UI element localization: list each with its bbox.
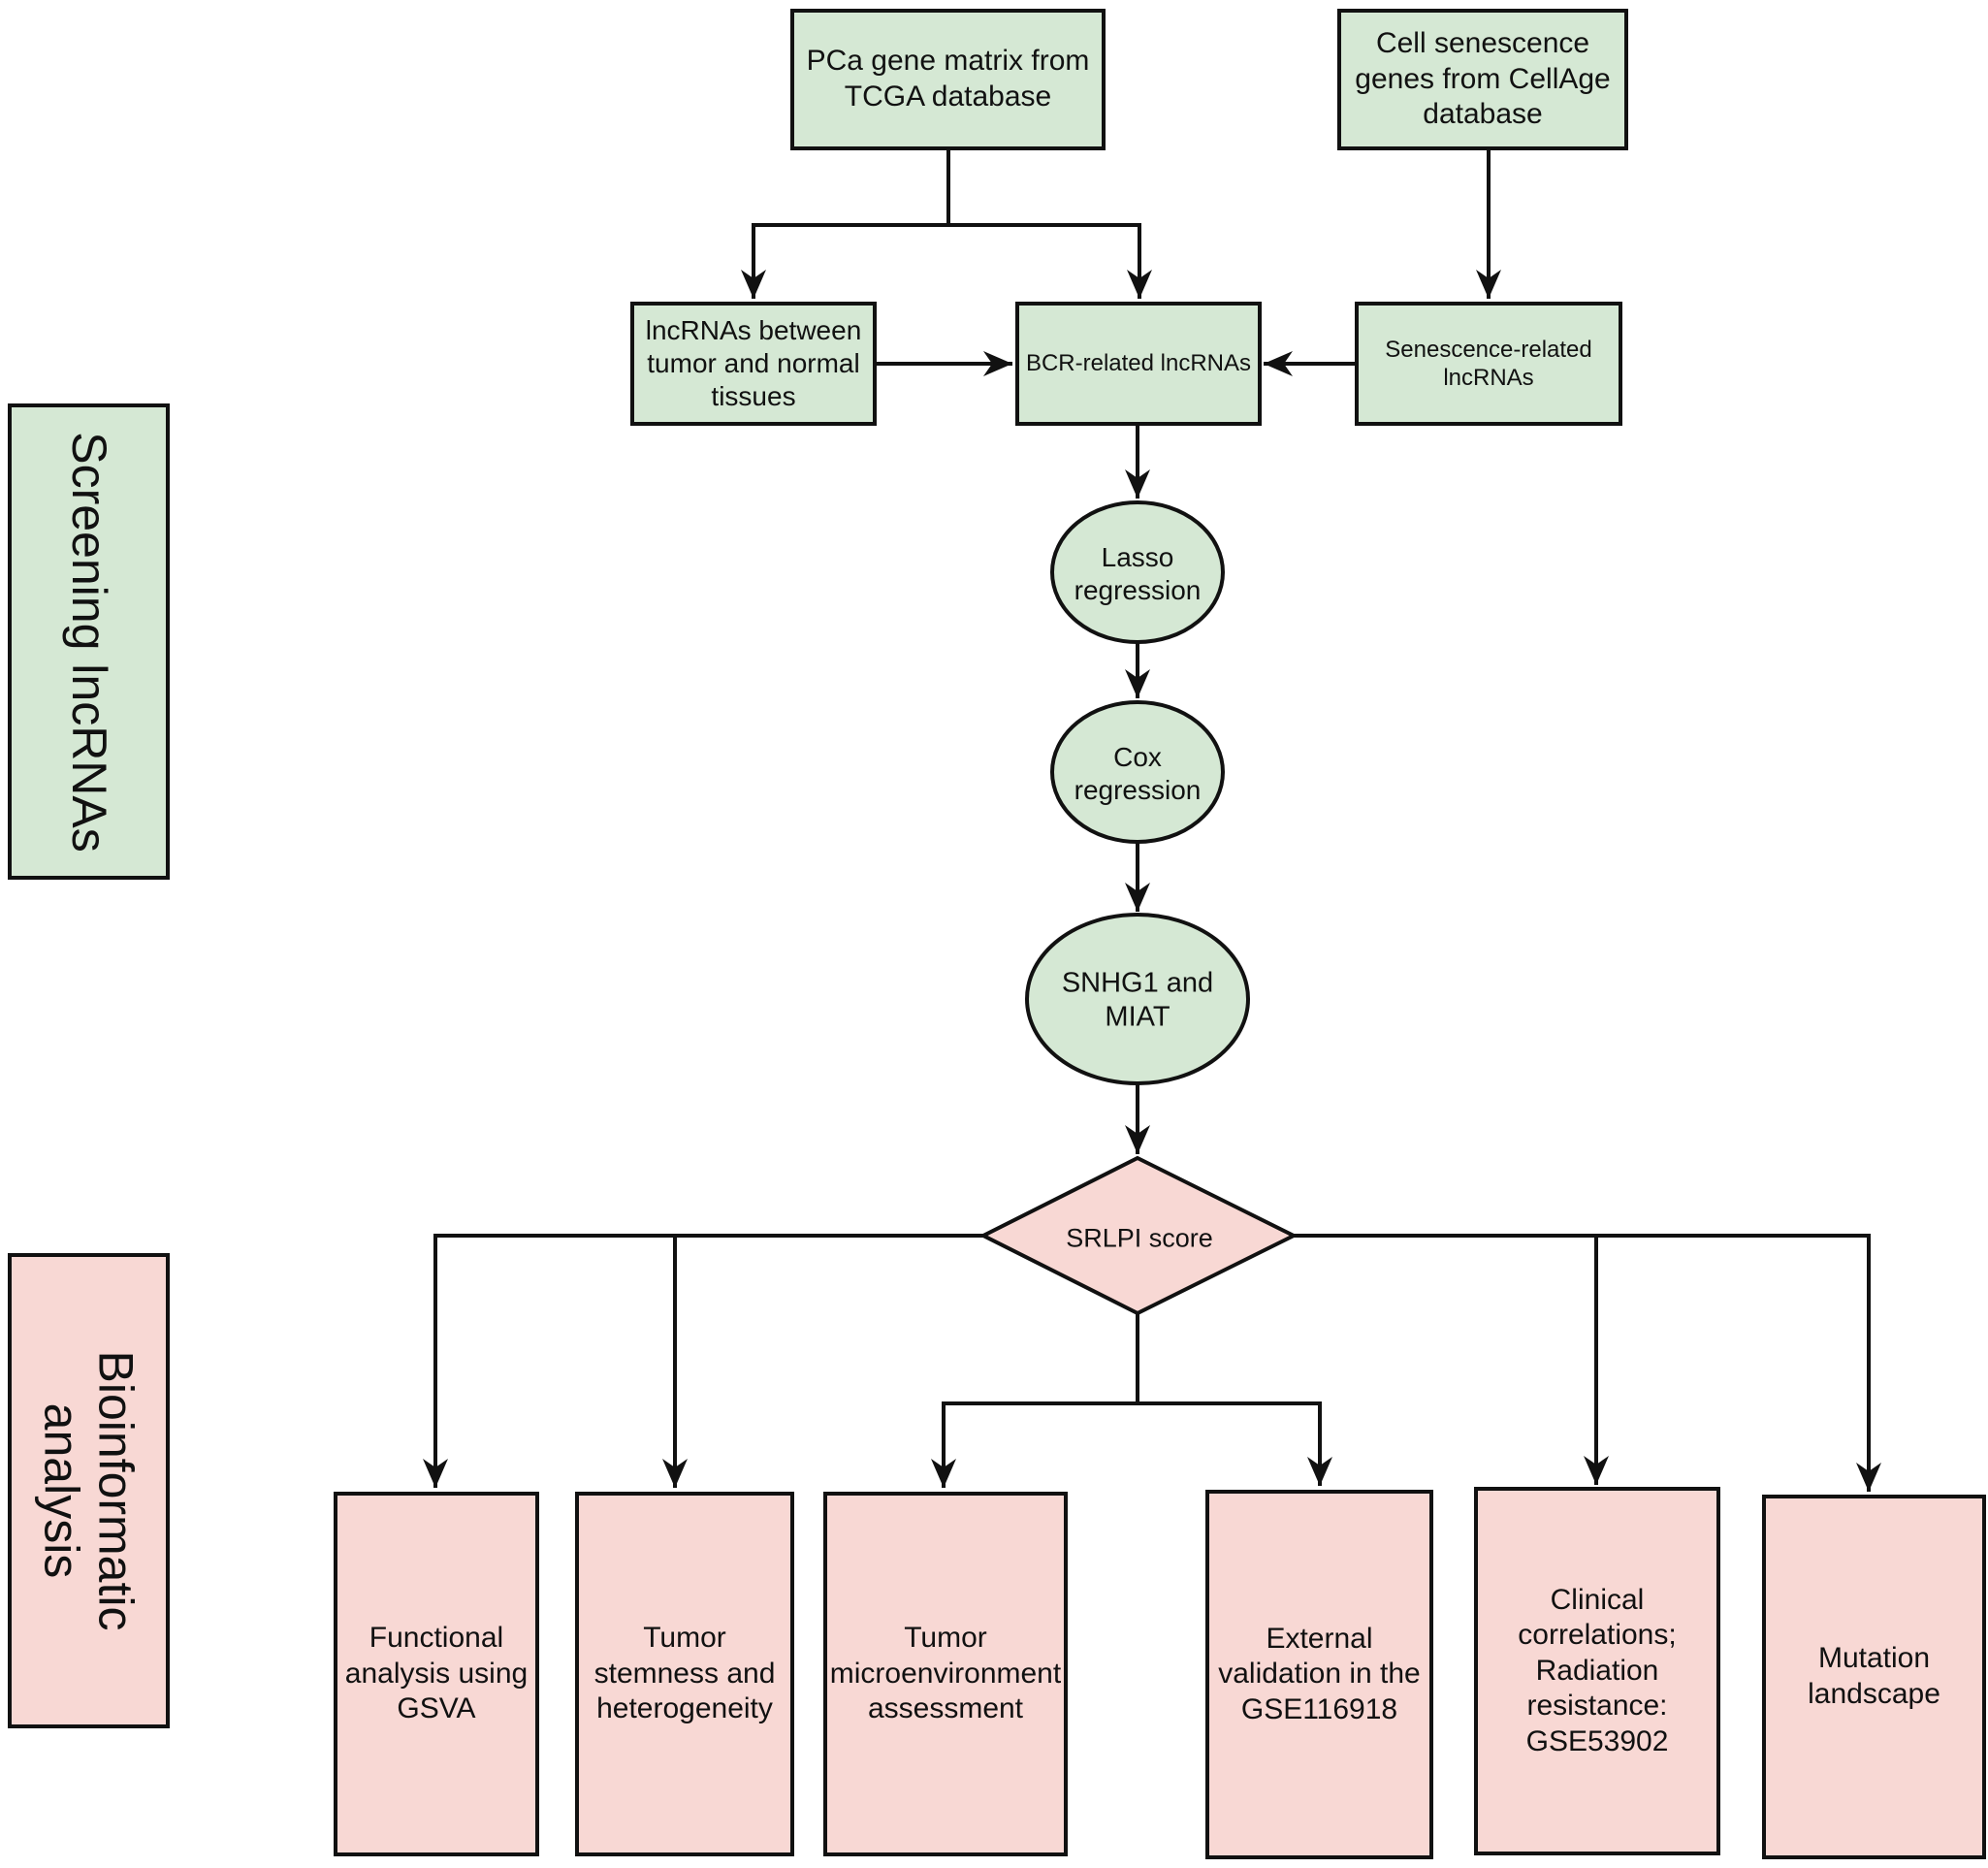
analysis-label: Functional analysis using GSVA	[344, 1622, 529, 1725]
section-screening-label: Screening lncRNAs	[61, 431, 116, 853]
cellage-source-box: Cell senescence genes from CellAge datab…	[1337, 9, 1628, 150]
senescence-lncrna-box: Senescence-related lncRNAs	[1355, 302, 1622, 426]
tcga-source-label: PCa gene matrix from TCGA database	[806, 45, 1090, 113]
lasso-label: Lasso regression	[1074, 541, 1202, 605]
score-label: SRLPI score	[1066, 1223, 1213, 1253]
bcr-lncrna-box: BCR-related lncRNAs	[1015, 302, 1262, 426]
analysis-box-external: External validation in the GSE116918	[1205, 1490, 1433, 1859]
genes-label: SNHG1 and MIAT	[1061, 967, 1214, 1033]
analysis-box-mutation: Mutation landscape	[1762, 1495, 1986, 1859]
analysis-box-clinical: Clinical correlations; Radiation resista…	[1474, 1487, 1720, 1855]
analysis-label: Mutation landscape	[1808, 1642, 1940, 1710]
analysis-box-tme: Tumor microenvironment assessment	[823, 1492, 1068, 1856]
senescence-lncrna-label: Senescence-related lncRNAs	[1385, 336, 1592, 391]
differential-lncrna-box: lncRNAs between tumor and normal tissues	[630, 302, 877, 426]
analysis-label: Tumor stemness and heterogeneity	[593, 1622, 776, 1725]
analysis-box-functional: Functional analysis using GSVA	[334, 1492, 539, 1856]
cellage-source-label: Cell senescence genes from CellAge datab…	[1355, 27, 1611, 131]
analysis-label: Clinical correlations; Radiation resista…	[1518, 1583, 1677, 1757]
cox-label: Cox regression	[1074, 741, 1202, 805]
tcga-source-box: PCa gene matrix from TCGA database	[790, 9, 1106, 150]
analysis-label: External validation in the GSE116918	[1218, 1622, 1421, 1725]
section-bioinformatic: Bioinformatic analysis	[8, 1253, 170, 1728]
analysis-label: Tumor microenvironment assessment	[829, 1622, 1062, 1725]
differential-lncrna-label: lncRNAs between tumor and normal tissues	[645, 314, 862, 412]
analysis-box-stemness: Tumor stemness and heterogeneity	[575, 1492, 794, 1856]
bcr-lncrna-label: BCR-related lncRNAs	[1025, 350, 1252, 377]
section-screening: Screening lncRNAs	[8, 403, 170, 880]
section-bioinformatic-label: Bioinformatic analysis	[34, 1350, 144, 1631]
